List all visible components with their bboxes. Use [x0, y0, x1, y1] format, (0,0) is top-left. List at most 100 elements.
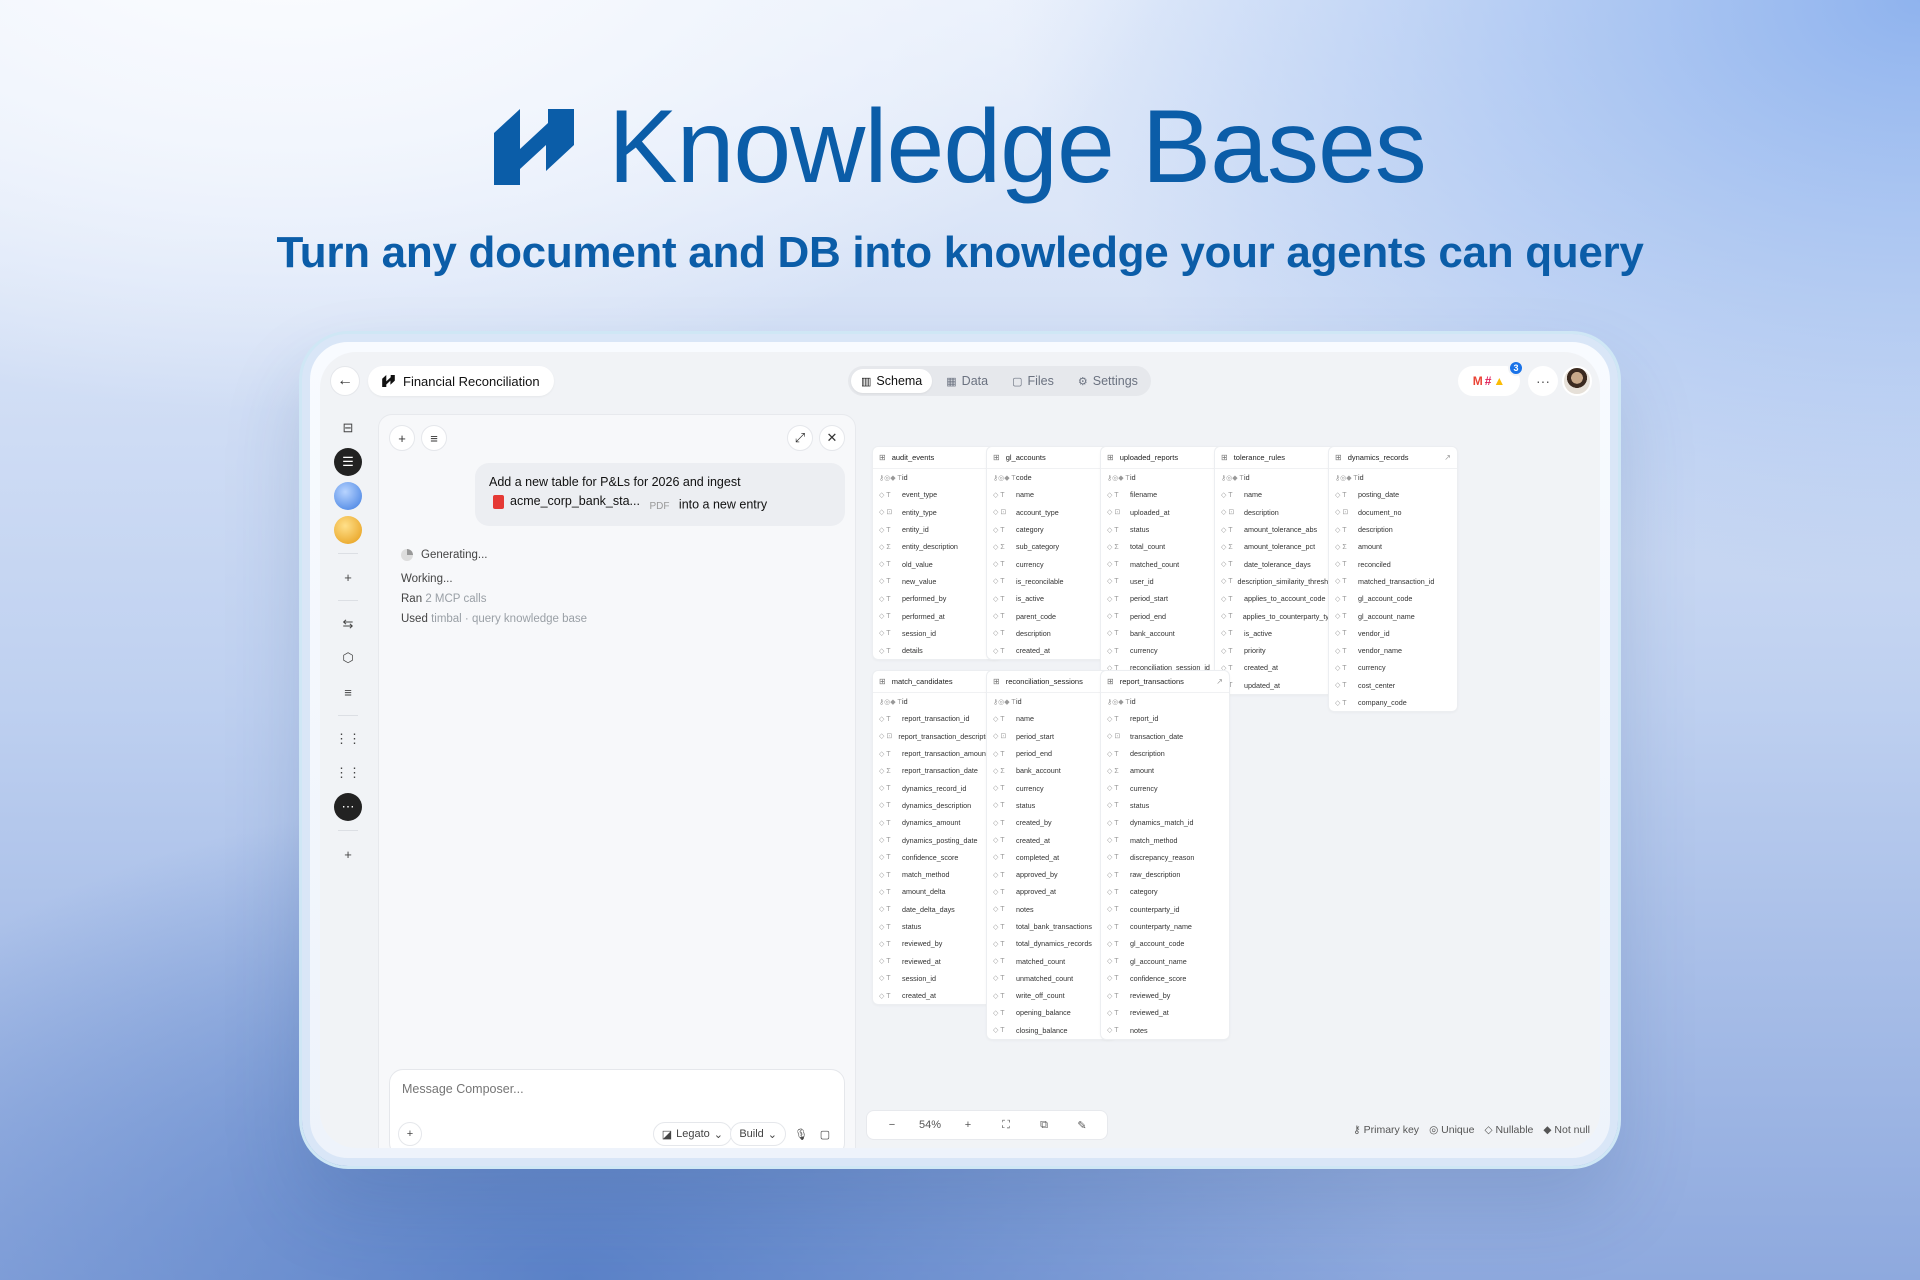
schema-table-card[interactable]: ⊞ uploaded_reports ↗ ⚷◎◆ Tid ◇ T filename ◇ ⊡ u… [1100, 446, 1230, 695]
schema-field-row[interactable]: ◇ T vendor_id [1329, 625, 1457, 642]
back-button[interactable]: ← [330, 366, 360, 396]
schema-field-row[interactable]: ◇ T status [1101, 521, 1229, 538]
tab-schema[interactable]: ▥ Schema [851, 369, 933, 393]
schema-field-row[interactable]: ◇ T total_dynamics_records [987, 935, 1115, 952]
schema-field-row[interactable]: ◇ T notes [1101, 1022, 1229, 1039]
model-select[interactable]: ◪ Legato ⌄ [652, 1122, 732, 1146]
schema-field-row[interactable]: ◇ T amount_tolerance_abs [1215, 521, 1343, 538]
schema-field-row[interactable]: ◇ T report_id [1101, 710, 1229, 727]
schema-field-row[interactable]: ◇ T currency [1101, 779, 1229, 796]
schema-field-row[interactable]: ◇ T report_transaction_id [873, 710, 1001, 727]
schema-field-row[interactable]: ◇ T vendor_name [1329, 642, 1457, 659]
schema-field-row[interactable]: ◇ T reviewed_by [873, 935, 1001, 952]
schema-field-row[interactable]: ⚷◎◆ Tid [1101, 469, 1229, 486]
schema-field-row[interactable]: ◇ T posting_date [1329, 486, 1457, 503]
schema-field-row[interactable]: ◇ T status [1101, 797, 1229, 814]
schema-field-row[interactable]: ◇ Σ amount [1101, 762, 1229, 779]
schema-field-row[interactable]: ◇ T date_delta_days [873, 901, 1001, 918]
tab-files[interactable]: ▢ Files [1002, 369, 1064, 393]
schema-field-row[interactable]: ◇ T matched_count [1101, 555, 1229, 572]
schema-field-row[interactable]: ◇ T session_id [873, 625, 1001, 642]
schema-field-row[interactable]: ◇ T priority [1215, 642, 1343, 659]
schema-field-row[interactable]: ◇ Σ total_count [1101, 538, 1229, 555]
schema-field-row[interactable]: ◇ Tcreated_at [987, 642, 1115, 659]
schema-canvas[interactable]: ⊞audit_events↗⚷◎◆ Tid◇ Tevent_type◇ ⊡ent… [866, 406, 1600, 1148]
schema-field-row[interactable]: ⚷◎◆ Tid [873, 693, 1001, 710]
schema-field-row[interactable]: ◇ T gl_account_name [1101, 952, 1229, 969]
close-button[interactable]: ✕ [819, 425, 845, 451]
schema-field-row[interactable]: ◇ T is_active [1215, 625, 1343, 642]
schema-field-row[interactable]: ◇ T description [1101, 745, 1229, 762]
app-dark-icon[interactable]: ⋯ [334, 793, 362, 821]
schema-field-row[interactable]: ◇ T match_method [1101, 831, 1229, 848]
schema-field-row[interactable]: ◇ T category [987, 521, 1115, 538]
schema-field-row[interactable]: ◇ T description [987, 625, 1115, 642]
schema-field-row[interactable]: ◇ T new_value [873, 573, 1001, 590]
schema-field-row[interactable]: ◇ Tcreated_at [1215, 659, 1343, 676]
schema-field-row[interactable]: ◇ T created_by [987, 814, 1115, 831]
open-table-icon[interactable]: ↗ [1216, 677, 1223, 686]
mode-select[interactable]: Build ⌄ [730, 1122, 786, 1146]
schema-field-row[interactable]: ◇ T gl_account_name [1329, 607, 1457, 624]
schema-field-row[interactable]: ◇ T counterparty_id [1101, 901, 1229, 918]
schema-table-card[interactable]: ⊞audit_events↗⚷◎◆ Tid◇ Tevent_type◇ ⊡ent… [872, 446, 1002, 661]
schema-field-row[interactable]: ◇ T old_value [873, 555, 1001, 572]
schema-field-row[interactable]: ◇ Σ bank_account [987, 762, 1115, 779]
schema-field-row[interactable]: ◇ T report_transaction_amount [873, 745, 1001, 762]
schema-field-row[interactable]: ◇ T cost_center [1329, 677, 1457, 694]
schema-field-row[interactable]: ◇ T counterparty_name [1101, 918, 1229, 935]
copy-button[interactable]: ⧉ [1027, 1119, 1061, 1132]
more-options-button[interactable]: ··· [1528, 366, 1558, 396]
schema-field-row[interactable]: ⚷◎◆ Tid [873, 469, 1001, 486]
schema-field-row[interactable]: ◇ T applies_to_counterparty_type [1215, 607, 1343, 624]
magic-wand-button[interactable]: ✎ [1065, 1119, 1099, 1132]
database-icon[interactable]: ☰ [334, 448, 362, 476]
schema-field-row[interactable]: ◇ T currency [987, 555, 1115, 572]
schema-field-row[interactable]: ◇ T gl_account_code [1101, 935, 1229, 952]
add-app-icon[interactable]: + [334, 840, 362, 868]
apps-grid-icon[interactable]: ⋮⋮ [334, 759, 362, 787]
schema-field-row[interactable]: ◇ T closing_balance [987, 1022, 1115, 1039]
schema-field-row[interactable]: ◇ T total_bank_transactions [987, 918, 1115, 935]
schema-field-row[interactable]: ◇ T approved_at [987, 883, 1115, 900]
list-icon[interactable]: ≡ [334, 678, 362, 706]
schema-field-row[interactable]: ◇ T filename [1101, 486, 1229, 503]
schema-field-row[interactable]: ◇ T dynamics_posting_date [873, 831, 1001, 848]
schema-field-row[interactable]: ◇ T event_type [873, 486, 1001, 503]
stop-button[interactable]: ▢ [814, 1122, 836, 1146]
schema-field-row[interactable]: ◇ ⊡ description [1215, 504, 1343, 521]
schema-table-card[interactable]: ⊞gl_accounts↗⚷◎◆ Tcode◇ Tname◇ ⊡account_… [986, 446, 1116, 661]
zoom-in-button[interactable]: + [951, 1119, 985, 1131]
schema-field-row[interactable]: ◇ ⊡ account_type [987, 504, 1115, 521]
schema-field-row[interactable]: ◇ T applies_to_account_code [1215, 590, 1343, 607]
schema-field-row[interactable]: ◇ T session_id [873, 970, 1001, 987]
workspace-orange-icon[interactable] [334, 516, 362, 544]
apps-grid-icon[interactable]: ⋮⋮ [334, 725, 362, 753]
schema-field-row[interactable]: ◇ T period_end [987, 745, 1115, 762]
schema-field-row[interactable]: ◇ Σ amount_tolerance_pct [1215, 538, 1343, 555]
integrations-button[interactable]: M # ▲ 3 [1458, 360, 1524, 396]
schema-field-row[interactable]: ◇ T reviewed_at [873, 952, 1001, 969]
schema-field-row[interactable]: ◇ T company_code [1329, 694, 1457, 711]
schema-field-row[interactable]: ◇ T dynamics_record_id [873, 779, 1001, 796]
schema-field-row[interactable]: ◇ T description_similarity_threshold [1215, 573, 1343, 590]
schema-field-row[interactable]: ◇ T entity_id [873, 521, 1001, 538]
schema-field-row[interactable]: ◇ Σ report_transaction_date [873, 762, 1001, 779]
schema-table-card[interactable]: ⊞ dynamics_records ↗ ⚷◎◆ Tid ◇ T posting_date… [1328, 446, 1458, 713]
schema-field-row[interactable]: ◇ T amount_delta [873, 883, 1001, 900]
schema-field-row[interactable]: ◇ T date_tolerance_days [1215, 555, 1343, 572]
layout-icon[interactable]: ⊟ [334, 414, 362, 442]
schema-field-row[interactable]: ⚷◎◆ Tid [1101, 693, 1229, 710]
schema-field-row[interactable]: ◇ T period_start [1101, 590, 1229, 607]
schema-field-row[interactable]: ◇ T currency [987, 779, 1115, 796]
cube-icon[interactable]: ⬡ [334, 644, 362, 672]
workspace-blue-icon[interactable] [334, 482, 362, 510]
schema-field-row[interactable]: ◇ T bank_account [1101, 625, 1229, 642]
schema-field-row[interactable]: ◇ T is_reconcilable [987, 573, 1115, 590]
tab-data[interactable]: ▦ Data [936, 369, 998, 393]
schema-field-row[interactable]: ⚷◎◆ Tid [1329, 469, 1457, 486]
schema-field-row[interactable]: ◇ T reviewed_by [1101, 987, 1229, 1004]
schema-field-row[interactable]: ◇ T unmatched_count [987, 970, 1115, 987]
schema-table-card[interactable]: ⊞ tolerance_rules ↗ ⚷◎◆ Tid ◇ T name ◇ ⊡ descri… [1214, 446, 1344, 695]
schema-field-row[interactable]: ◇ ⊡ report_transaction_description [873, 728, 1001, 745]
